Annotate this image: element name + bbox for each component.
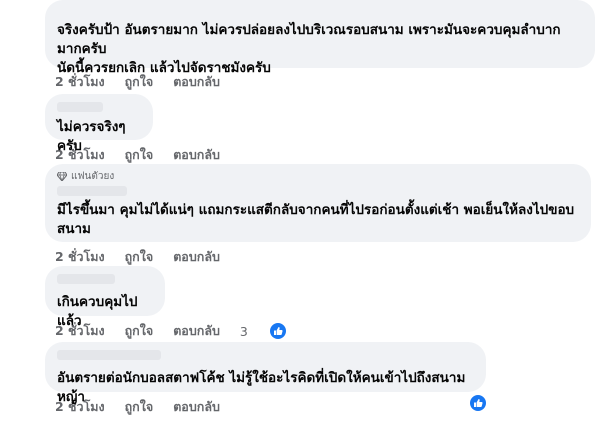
reply-button[interactable]: ตอบกลับ — [173, 145, 220, 165]
comment-text-line: เกินควบคุมไปแล้ว — [57, 294, 138, 329]
badge-label: แฟนตัวยง — [71, 171, 115, 182]
author-name-redacted[interactable] — [57, 274, 115, 284]
comment-text-line: จริงครับป้า อันตรายมาก ไม่ควรปล่อยลงไปบร… — [57, 22, 561, 57]
top-fan-badge: แฟนตัวยง — [57, 169, 579, 184]
comment-actions: 2 ชั่วโมง ถูกใจ ตอบกลับ — [55, 247, 591, 267]
comment-4: เกินควบคุมไปแล้ว 2 ชั่วโมง ถูกใจ ตอบกลับ… — [45, 266, 326, 341]
comment-3: แฟนตัวยง มีไรขึ้นมา คุมไม่ได้แน่ๆ แถมกระ… — [45, 164, 591, 267]
comment-bubble: เกินควบคุมไปแล้ว — [45, 266, 165, 329]
comment-bubble: แฟนตัวยง มีไรขึ้นมา คุมไม่ได้แน่ๆ แถมกระ… — [45, 164, 591, 242]
author-name-redacted[interactable] — [57, 186, 127, 196]
reply-button[interactable]: ตอบกลับ — [173, 321, 220, 341]
comment-text-line: นัดนี้ควรยกเลิก แล้วไปจัดราชมังครับ — [57, 60, 271, 76]
comment-text-line: ไม่ควรจริงๆครับ — [57, 119, 126, 154]
author-name-redacted[interactable] — [57, 350, 161, 360]
comment-text-line: มีไรขึ้นมา คุมไม่ได้แน่ๆ แถมกระแสตีกลับจ… — [57, 202, 575, 218]
comment-2: ไม่ควรจริงๆครับ 2 ชั่วโมง ถูกใจ ตอบกลับ — [45, 94, 240, 165]
diamond-icon — [57, 172, 67, 181]
reaction-summary[interactable]: 3 — [240, 323, 306, 339]
comment-text-line: อันตรายต่อนักบอลสตาฟโค้ช ไม่รู้ใช้อะไรคิ… — [57, 370, 466, 405]
comment-5: อันตรายต่อนักบอลสตาฟโค้ช ไม่รู้ใช้อะไรคิ… — [45, 342, 486, 417]
like-button[interactable]: ถูกใจ — [125, 247, 154, 267]
like-reaction-icon[interactable] — [470, 395, 486, 411]
comment-bubble: ไม่ควรจริงๆครับ — [45, 94, 153, 154]
comment-1: จริงครับป้า อันตรายมาก ไม่ควรปล่อยลงไปบร… — [45, 0, 595, 92]
comment-bubble: อันตรายต่อนักบอลสตาฟโค้ช ไม่รู้ใช้อะไรคิ… — [45, 342, 486, 405]
like-reaction-icon — [269, 323, 286, 339]
author-name-redacted[interactable] — [57, 102, 103, 112]
comment-bubble: จริงครับป้า อันตรายมาก ไม่ควรปล่อยลงไปบร… — [45, 0, 595, 76]
reply-button[interactable]: ตอบกลับ — [173, 247, 220, 267]
comment-text-line: สนาม — [57, 221, 91, 237]
timestamp[interactable]: 2 ชั่วโมง — [55, 247, 105, 267]
reaction-count: 3 — [239, 323, 248, 339]
